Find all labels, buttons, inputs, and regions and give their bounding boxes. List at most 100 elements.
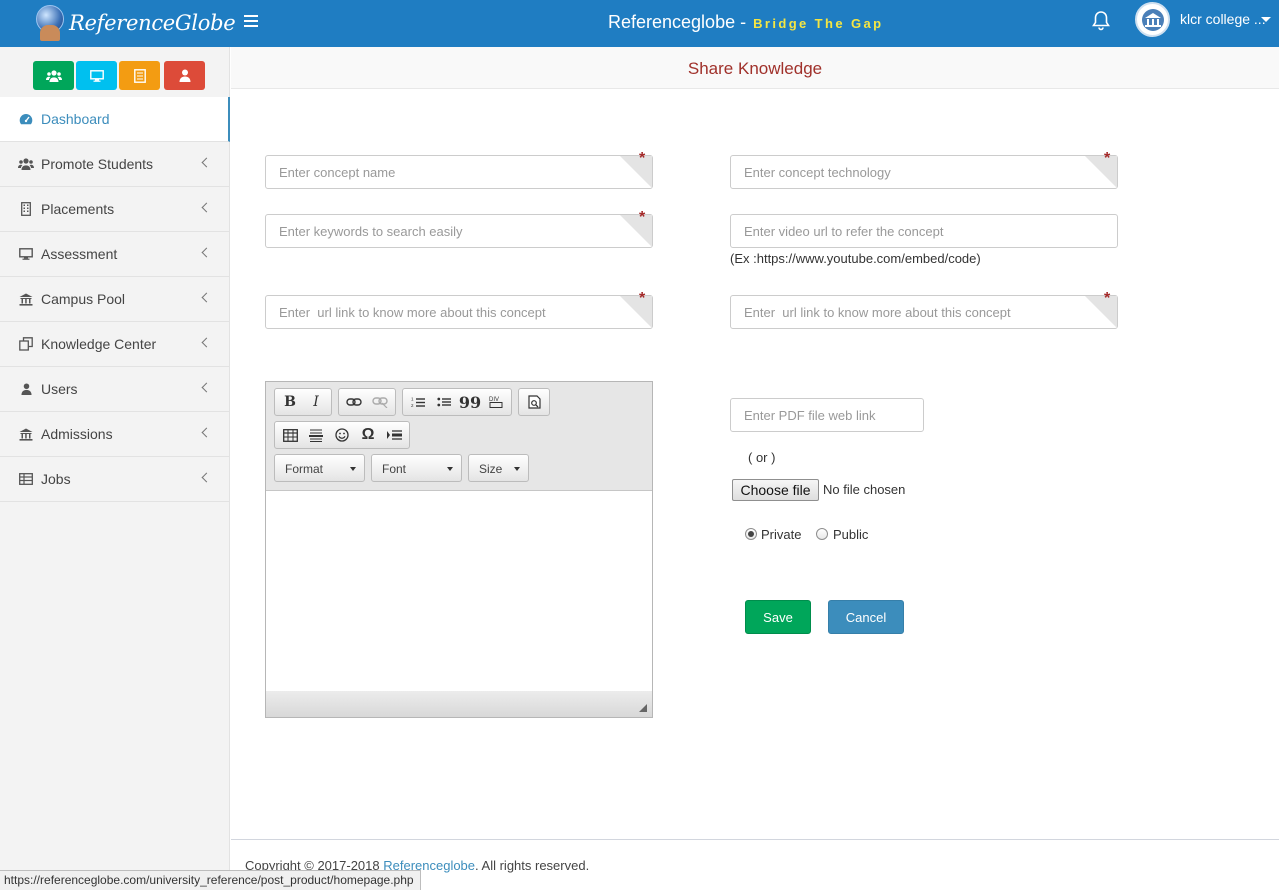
sidebar-item-label: Admissions xyxy=(41,426,113,442)
site-tagline: Bridge The Gap xyxy=(753,16,884,31)
chevron-left-icon xyxy=(201,292,212,303)
svg-text:2: 2 xyxy=(411,403,414,408)
sidebar-item-admissions[interactable]: Admissions xyxy=(0,412,230,457)
private-radio[interactable] xyxy=(745,528,757,540)
field-corner xyxy=(620,215,652,247)
site-title: Referenceglobe - Bridge The Gap xyxy=(608,12,883,33)
copyright-suffix: . All rights reserved. xyxy=(475,858,590,873)
required-mark: * xyxy=(639,290,646,307)
chevron-left-icon xyxy=(201,472,212,483)
quick-user-button[interactable] xyxy=(164,61,205,90)
institution-icon xyxy=(18,427,34,441)
sidebar-item-jobs[interactable]: Jobs xyxy=(0,457,230,502)
public-radio-label[interactable]: Public xyxy=(833,527,868,542)
editor-toolbar-row-3: Format Font Size xyxy=(274,454,535,482)
required-mark: * xyxy=(639,209,646,226)
svg-text:1: 1 xyxy=(411,397,414,402)
no-file-chosen-text: No file chosen xyxy=(823,482,906,497)
sidebar-item-placements[interactable]: Placements xyxy=(0,187,230,232)
users-icon xyxy=(18,157,34,171)
public-radio[interactable] xyxy=(816,528,828,540)
blockquote-button[interactable]: 99 xyxy=(457,391,483,413)
sidebar-item-label: Promote Students xyxy=(41,156,154,172)
save-button[interactable]: Save xyxy=(745,600,811,634)
sidebar-item-assessment[interactable]: Assessment xyxy=(0,232,230,277)
chevron-left-icon xyxy=(201,247,212,258)
bold-button[interactable]: B xyxy=(277,391,303,413)
choose-file-button[interactable]: Choose file xyxy=(732,479,819,501)
smiley-icon[interactable] xyxy=(329,424,355,446)
sidebar-item-campus-pool[interactable]: Campus Pool xyxy=(0,277,230,322)
institution-icon xyxy=(18,292,34,306)
cancel-button[interactable]: Cancel xyxy=(828,600,904,634)
sidebar-item-users[interactable]: Users xyxy=(0,367,230,412)
preview-group xyxy=(518,388,550,416)
quick-users-button[interactable] xyxy=(33,61,74,90)
link-group xyxy=(338,388,396,416)
required-mark: * xyxy=(1104,150,1111,167)
chevron-left-icon xyxy=(201,202,212,213)
editor-footer xyxy=(266,691,652,717)
or-separator: ( or ) xyxy=(748,450,776,465)
required-mark: * xyxy=(1104,290,1111,307)
format-dropdown[interactable]: Format xyxy=(274,454,365,482)
user-dropdown-caret-icon[interactable] xyxy=(1261,17,1271,22)
globe-logo-icon xyxy=(34,3,66,43)
sidebar-item-label: Campus Pool xyxy=(41,291,126,307)
field-corner xyxy=(1085,156,1117,188)
brand-logo[interactable]: ReferenceGlobe xyxy=(34,3,236,43)
concept-technology-input[interactable] xyxy=(730,155,1118,189)
chevron-left-icon xyxy=(201,427,212,438)
font-dropdown[interactable]: Font xyxy=(371,454,462,482)
sidebar-item-dashboard[interactable]: Dashboard xyxy=(0,97,230,142)
top-navbar: ReferenceGlobe Referenceglobe - Bridge T… xyxy=(0,0,1279,47)
size-dropdown[interactable]: Size xyxy=(468,454,529,482)
video-url-input[interactable] xyxy=(730,214,1118,248)
editor-toolbar-row-2: Ω xyxy=(274,421,416,449)
keywords-input[interactable] xyxy=(265,214,653,248)
sidebar: Dashboard Promote Students Placements As… xyxy=(0,47,230,890)
caret-down-icon xyxy=(447,467,453,471)
menu-toggle-icon[interactable] xyxy=(244,15,258,28)
bulleted-list-icon[interactable] xyxy=(431,391,457,413)
resize-handle-icon[interactable] xyxy=(639,704,647,712)
sidebar-item-label: Jobs xyxy=(41,471,71,487)
numbered-list-icon[interactable]: 12 xyxy=(405,391,431,413)
bell-icon[interactable] xyxy=(1091,10,1111,32)
user-icon xyxy=(18,382,34,396)
rich-text-editor: B I 12 99 DIV Ω Format Font Size xyxy=(265,381,653,718)
user-name[interactable]: klcr college ... xyxy=(1180,11,1266,27)
concept-name-input[interactable] xyxy=(265,155,653,189)
video-url-hint: (Ex :https://www.youtube.com/embed/code) xyxy=(730,251,981,266)
user-avatar[interactable] xyxy=(1135,2,1170,37)
caret-down-icon xyxy=(350,467,356,471)
url-link-input-1[interactable] xyxy=(265,295,653,329)
italic-button[interactable]: I xyxy=(303,391,329,413)
logo-text: ReferenceGlobe xyxy=(69,11,236,35)
link-icon[interactable] xyxy=(341,391,367,413)
sidebar-item-promote-students[interactable]: Promote Students xyxy=(0,142,230,187)
unlink-icon[interactable] xyxy=(367,391,393,413)
pdf-link-input[interactable] xyxy=(730,398,924,432)
page-title: Share Knowledge xyxy=(687,59,823,78)
private-radio-label[interactable]: Private xyxy=(761,527,801,542)
sidebar-menu: Dashboard Promote Students Placements As… xyxy=(0,97,230,502)
special-character-button[interactable]: Ω xyxy=(355,424,381,446)
sidebar-item-label: Users xyxy=(41,381,78,397)
table-icon[interactable] xyxy=(277,424,303,446)
div-container-icon[interactable]: DIV xyxy=(483,391,509,413)
list-group: 12 99 DIV xyxy=(402,388,512,416)
field-corner xyxy=(620,156,652,188)
url-link-input-2[interactable] xyxy=(730,295,1118,329)
required-mark: * xyxy=(639,150,646,167)
sidebar-item-label: Knowledge Center xyxy=(41,336,157,352)
quick-book-button[interactable] xyxy=(119,61,160,90)
preview-icon[interactable] xyxy=(521,391,547,413)
quick-desktop-button[interactable] xyxy=(76,61,117,90)
page-break-icon[interactable] xyxy=(381,424,407,446)
horizontal-rule-icon[interactable] xyxy=(303,424,329,446)
desktop-icon xyxy=(89,69,104,82)
editor-content-area[interactable] xyxy=(266,490,652,691)
chevron-left-icon xyxy=(201,157,212,168)
sidebar-item-knowledge-center[interactable]: Knowledge Center xyxy=(0,322,230,367)
